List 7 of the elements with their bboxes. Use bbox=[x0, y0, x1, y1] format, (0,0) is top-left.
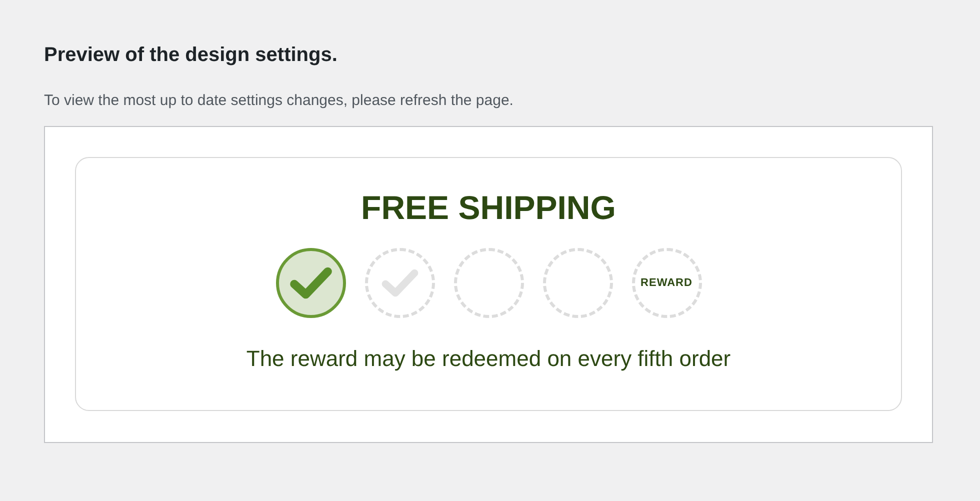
section-heading: Preview of the design settings. bbox=[44, 43, 338, 68]
reward-stamp: REWARD bbox=[632, 248, 702, 318]
reward-message: The reward may be redeemed on every fifth order bbox=[246, 345, 731, 373]
checkmark-icon bbox=[380, 267, 420, 299]
description-text: To view the most up to date settings changes, please refresh the page. bbox=[44, 91, 514, 111]
card-title: FREE SHIPPING bbox=[361, 188, 616, 228]
checkmark-icon bbox=[288, 265, 334, 301]
